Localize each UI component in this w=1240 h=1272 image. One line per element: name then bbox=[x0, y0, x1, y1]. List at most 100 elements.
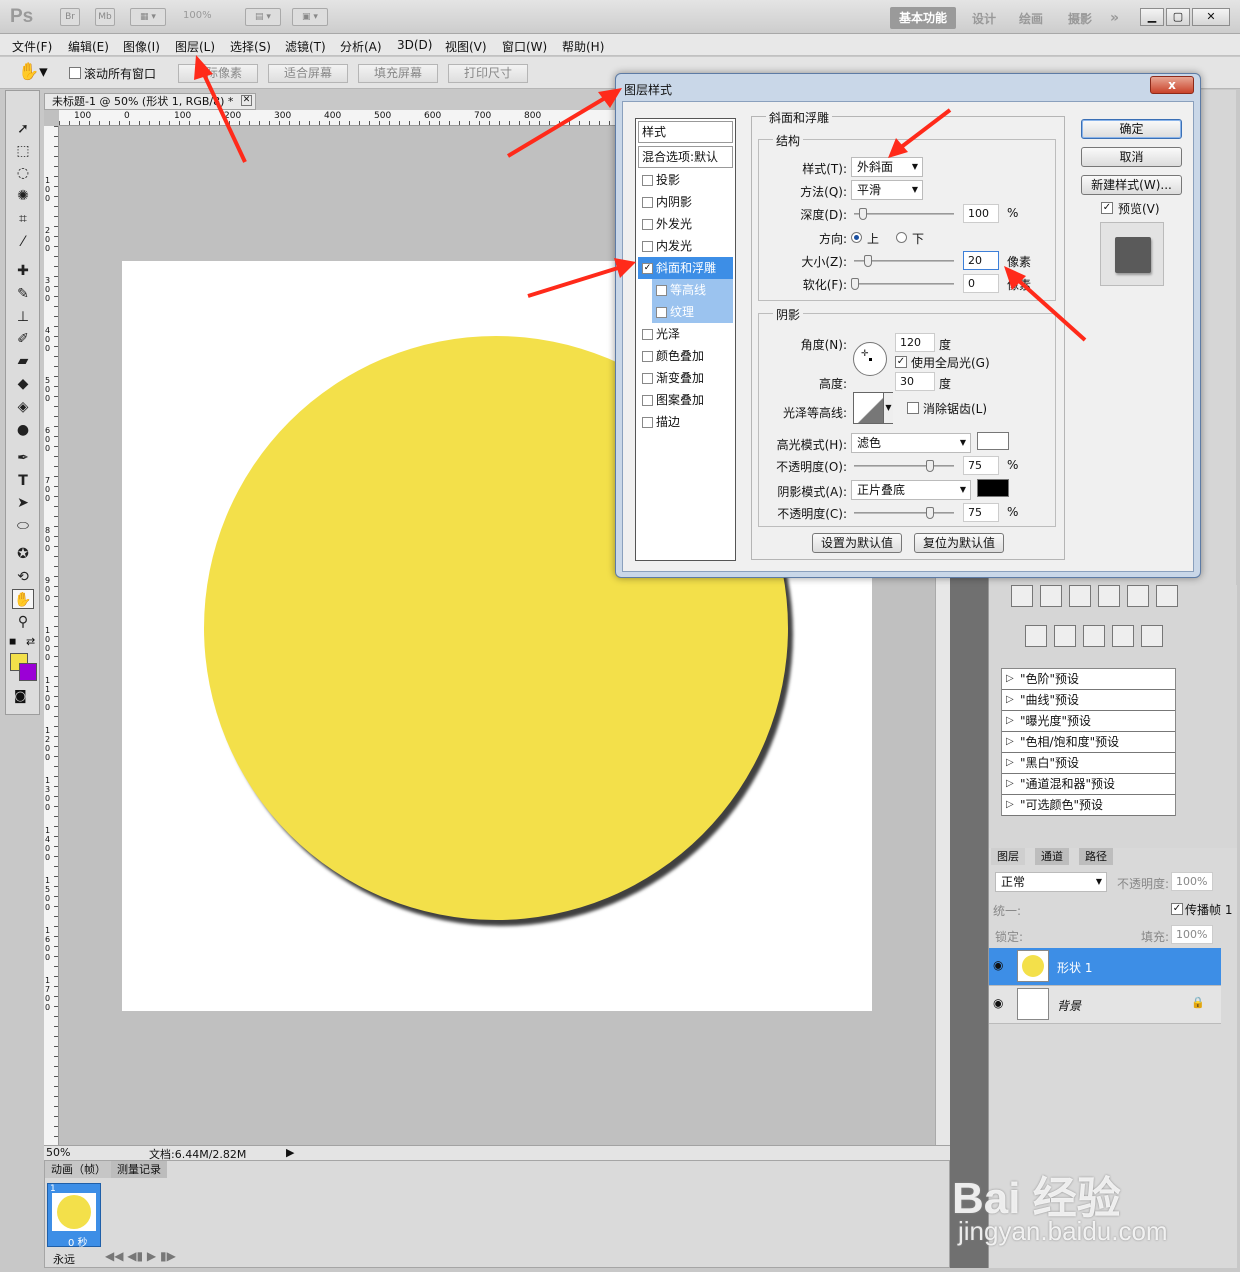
direction-down-radio[interactable] bbox=[896, 232, 907, 243]
layer-row-shape1[interactable]: ◉ 形状 1 bbox=[989, 948, 1221, 986]
menu-layer[interactable]: 图层(L) bbox=[175, 38, 215, 55]
style-outer-glow[interactable]: 外发光 bbox=[638, 213, 733, 235]
document-tab[interactable]: 未标题-1 @ 50% (形状 1, RGB/8) * ✕ bbox=[44, 93, 256, 110]
status-menu-arrow-icon[interactable]: ▶ bbox=[286, 1146, 294, 1159]
soften-input[interactable]: 0 bbox=[963, 274, 999, 293]
screen-mode-icon[interactable]: ▣ ▾ bbox=[292, 8, 328, 26]
fit-screen-button[interactable]: 适合屏幕 bbox=[268, 64, 348, 83]
clone-stamp-icon[interactable]: ⊥ bbox=[12, 307, 34, 327]
eraser-tool-icon[interactable]: ▰ bbox=[12, 351, 34, 371]
style-satin[interactable]: 光泽 bbox=[638, 323, 733, 345]
style-checkbox[interactable] bbox=[642, 373, 653, 384]
status-zoom[interactable]: 50% bbox=[46, 1146, 70, 1159]
preview-checkbox[interactable]: ✓ bbox=[1101, 202, 1113, 214]
close-document-icon[interactable]: ✕ bbox=[241, 95, 252, 106]
highlight-mode-select[interactable]: 滤色 bbox=[851, 433, 971, 453]
threshold-icon[interactable] bbox=[1083, 625, 1105, 647]
angle-dial[interactable]: ✛ bbox=[853, 342, 887, 376]
quick-selection-icon[interactable]: ✺ bbox=[12, 186, 34, 206]
shadow-color-swatch[interactable] bbox=[977, 479, 1009, 497]
style-bevel-emboss[interactable]: ✓ 斜面和浮雕 bbox=[638, 257, 733, 279]
highlight-opacity-input[interactable]: 75 bbox=[963, 456, 999, 475]
gradient-map-icon[interactable] bbox=[1112, 625, 1134, 647]
menu-image[interactable]: 图像(I) bbox=[123, 38, 160, 55]
layer-name[interactable]: 形状 1 bbox=[1057, 959, 1092, 976]
swap-colors-icon[interactable]: ⇄ bbox=[26, 635, 35, 648]
3d-orbit-icon[interactable]: ⟲ bbox=[12, 567, 34, 587]
style-inner-shadow[interactable]: 内阴影 bbox=[638, 191, 733, 213]
size-slider[interactable] bbox=[854, 255, 954, 267]
opacity-input[interactable]: 100% bbox=[1171, 872, 1213, 891]
menu-edit[interactable]: 编辑(E) bbox=[68, 38, 109, 55]
visibility-eye-icon[interactable]: ◉ bbox=[993, 996, 1003, 1010]
tab-measurement-log[interactable]: 测量记录 bbox=[111, 1161, 167, 1178]
zoom-tool-icon[interactable]: ⚲ bbox=[12, 612, 34, 632]
blend-mode-select[interactable]: 正常 bbox=[995, 872, 1107, 892]
brush-tool-icon[interactable]: ✎ bbox=[12, 284, 34, 304]
style-pattern-overlay[interactable]: 图案叠加 bbox=[638, 389, 733, 411]
ok-button[interactable]: 确定 bbox=[1081, 119, 1182, 139]
workspace-photography[interactable]: 摄影 bbox=[1068, 10, 1092, 27]
styles-header[interactable]: 样式 bbox=[638, 121, 733, 143]
soften-slider[interactable] bbox=[851, 278, 954, 290]
workspace-essentials[interactable]: 基本功能 bbox=[890, 7, 956, 29]
preset-black-white[interactable]: "黑白"预设 bbox=[1002, 753, 1175, 774]
style-checkbox[interactable]: ✓ bbox=[642, 263, 653, 274]
tab-channels[interactable]: 通道 bbox=[1035, 848, 1069, 865]
preset-exposure[interactable]: "曝光度"预设 bbox=[1002, 711, 1175, 732]
pen-tool-icon[interactable]: ✒ bbox=[12, 448, 34, 468]
lasso-tool-icon[interactable]: ◌ bbox=[12, 163, 34, 183]
workspace-design[interactable]: 设计 bbox=[972, 10, 996, 27]
style-gradient-overlay[interactable]: 渐变叠加 bbox=[638, 367, 733, 389]
tab-paths[interactable]: 路径 bbox=[1079, 848, 1113, 865]
slider-knob[interactable] bbox=[864, 255, 872, 267]
print-size-button[interactable]: 打印尺寸 bbox=[448, 64, 528, 83]
slider-knob[interactable] bbox=[926, 460, 934, 472]
3d-rotate-icon[interactable]: ✪ bbox=[12, 544, 34, 564]
angle-input[interactable]: 120 bbox=[895, 333, 935, 352]
slider-knob[interactable] bbox=[926, 507, 934, 519]
preset-hue-saturation[interactable]: "色相/饱和度"预设 bbox=[1002, 732, 1175, 753]
highlight-opacity-slider[interactable] bbox=[854, 460, 954, 472]
cancel-button[interactable]: 取消 bbox=[1081, 147, 1182, 167]
menu-window[interactable]: 窗口(W) bbox=[502, 38, 547, 55]
type-tool-icon[interactable]: T bbox=[12, 471, 34, 491]
slider-knob[interactable] bbox=[859, 208, 867, 220]
color-balance-icon[interactable] bbox=[1156, 585, 1178, 607]
menu-help[interactable]: 帮助(H) bbox=[562, 38, 604, 55]
background-color-swatch[interactable] bbox=[19, 663, 37, 681]
preset-levels[interactable]: "色阶"预设 bbox=[1002, 669, 1175, 690]
levels-icon[interactable] bbox=[1011, 585, 1033, 607]
minimize-icon[interactable]: ▁ bbox=[1140, 8, 1164, 26]
style-checkbox[interactable] bbox=[656, 307, 667, 318]
default-colors-icon[interactable]: ◼ bbox=[9, 637, 16, 647]
style-contour[interactable]: 等高线 bbox=[652, 279, 733, 301]
invert-icon[interactable] bbox=[1025, 625, 1047, 647]
menu-3d[interactable]: 3D(D) bbox=[397, 38, 432, 52]
style-stroke[interactable]: 描边 bbox=[638, 411, 733, 433]
direction-up-radio[interactable] bbox=[851, 232, 862, 243]
preset-selective-color[interactable]: "可选颜色"预设 bbox=[1002, 795, 1175, 816]
highlight-color-swatch[interactable] bbox=[977, 432, 1009, 450]
bevel-style-select[interactable]: 外斜面 bbox=[851, 157, 923, 177]
preset-curves[interactable]: "曲线"预设 bbox=[1002, 690, 1175, 711]
style-inner-glow[interactable]: 内发光 bbox=[638, 235, 733, 257]
dodge-tool-icon[interactable]: ● bbox=[12, 420, 34, 440]
hand-tool-icon[interactable]: ✋▾ bbox=[18, 62, 48, 82]
menu-filter[interactable]: 滤镜(T) bbox=[285, 38, 326, 55]
style-checkbox[interactable] bbox=[642, 197, 653, 208]
style-color-overlay[interactable]: 颜色叠加 bbox=[638, 345, 733, 367]
playback-controls-icon[interactable]: ◀◀ ◀▮ ▶ ▮▶ bbox=[105, 1249, 176, 1263]
brightness-icon[interactable] bbox=[1098, 585, 1120, 607]
posterize-icon[interactable] bbox=[1054, 625, 1076, 647]
menu-view[interactable]: 视图(V) bbox=[445, 38, 487, 55]
history-brush-icon[interactable]: ✐ bbox=[12, 329, 34, 349]
move-tool-icon[interactable]: ➚ bbox=[12, 119, 34, 139]
workspace-painting[interactable]: 绘画 bbox=[1019, 10, 1043, 27]
path-selection-icon[interactable]: ➤ bbox=[12, 493, 34, 513]
visibility-eye-icon[interactable]: ◉ bbox=[993, 958, 1003, 972]
quick-mask-icon[interactable]: ◙ bbox=[14, 689, 27, 704]
hue-icon[interactable] bbox=[1127, 585, 1149, 607]
paint-bucket-icon[interactable]: ◆ bbox=[12, 374, 34, 394]
gloss-contour-picker[interactable]: ▼ bbox=[853, 392, 893, 424]
